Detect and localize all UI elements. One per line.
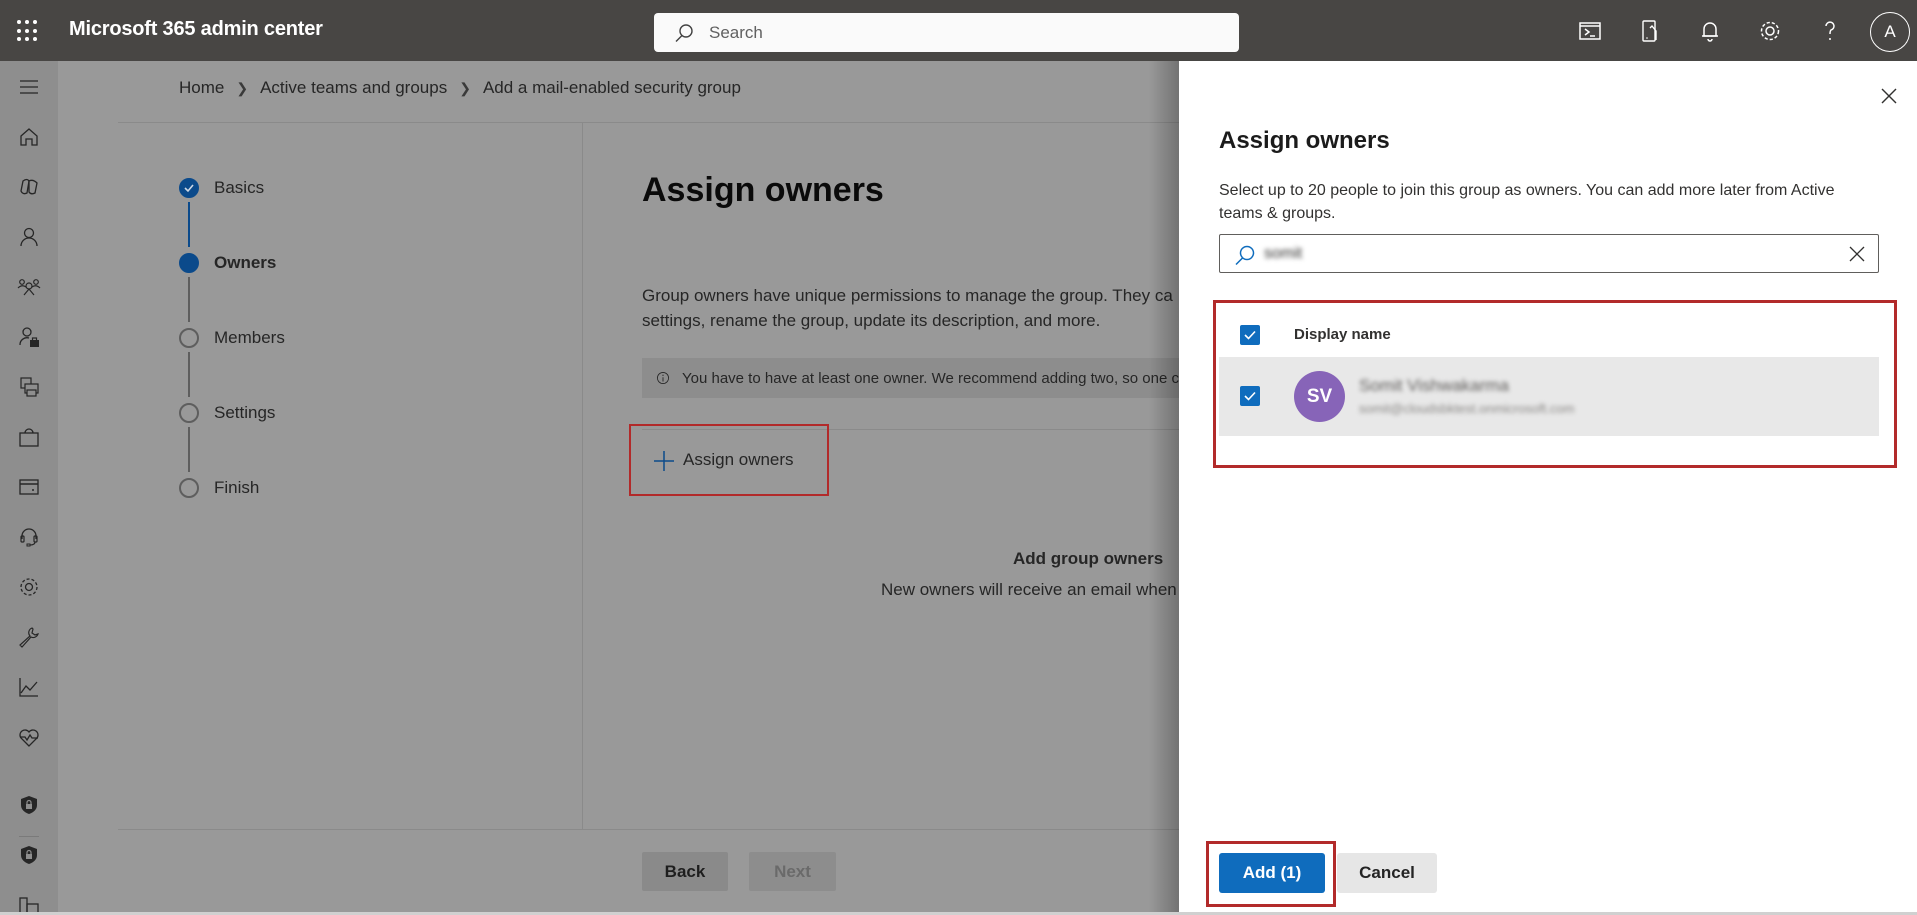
hamburger-menu-icon[interactable] <box>17 75 41 99</box>
checkmark-icon <box>1244 391 1256 401</box>
help-question-icon[interactable] <box>1817 18 1843 44</box>
search-icon <box>1235 245 1255 266</box>
reports-chart-icon[interactable] <box>17 675 41 699</box>
select-all-checkbox[interactable] <box>1240 325 1260 345</box>
step-complete-check-icon <box>179 178 199 198</box>
settings-gear-icon[interactable] <box>1757 18 1783 44</box>
empty-state-description: New owners will receive an email when <box>881 580 1177 599</box>
step-label: Members <box>214 328 285 347</box>
support-headset-icon[interactable] <box>17 525 41 549</box>
step-connector <box>188 427 190 472</box>
step-connector <box>188 202 190 247</box>
people-list-row[interactable]: SV Somit Vishwakarma somit@cloudsbktest.… <box>1219 357 1879 436</box>
breadcrumb-active-teams[interactable]: Active teams and groups <box>260 78 447 98</box>
people-search-input[interactable] <box>1264 242 1824 266</box>
cloud-shell-icon[interactable] <box>1577 18 1603 44</box>
home-icon[interactable] <box>17 125 41 149</box>
compliance-shield-icon[interactable] <box>17 843 41 867</box>
avatar: SV <box>1294 371 1345 422</box>
panel-description: Select up to 20 people to join this grou… <box>1219 182 1835 222</box>
left-nav <box>0 61 58 915</box>
step-finish[interactable]: Finish <box>179 477 259 499</box>
roles-icon[interactable] <box>17 325 41 349</box>
person-name: Somit Vishwakarma <box>1359 376 1509 395</box>
step-owners[interactable]: Owners <box>179 252 276 274</box>
app-launcher-icon[interactable] <box>17 20 39 42</box>
step-label: Owners <box>214 253 277 272</box>
empty-state-title: Add group owners <box>1013 549 1164 568</box>
billing-card-icon[interactable] <box>17 475 41 499</box>
description-line: settings, rename the group, update its d… <box>642 311 1101 330</box>
close-icon[interactable] <box>1879 86 1899 106</box>
breadcrumb-current: Add a mail-enabled security group <box>482 78 741 97</box>
setup-wrench-icon[interactable] <box>17 625 41 649</box>
security-shield-icon[interactable] <box>17 793 41 817</box>
info-text: You have to have at least one owner. We … <box>682 369 1179 387</box>
step-members[interactable]: Members <box>179 327 285 349</box>
teams-groups-icon[interactable] <box>17 275 41 299</box>
back-button[interactable]: Back <box>642 852 728 891</box>
mobile-app-icon[interactable] <box>1637 18 1663 44</box>
chevron-right-icon: ❯ <box>459 79 471 96</box>
app-title[interactable]: Microsoft 365 admin center <box>69 18 323 41</box>
assign-owners-panel: Assign owners Select up to 20 people to … <box>1179 61 1917 915</box>
notifications-bell-icon[interactable] <box>1697 18 1723 44</box>
plus-icon <box>654 451 674 471</box>
assign-owners-button[interactable]: Assign owners <box>629 424 829 496</box>
info-banner: You have to have at least one owner. We … <box>642 358 1179 398</box>
chevron-right-icon: ❯ <box>236 79 249 96</box>
description-line: Group owners have unique permissions to … <box>642 286 1173 305</box>
step-pending-circle-icon <box>179 403 199 423</box>
page-title: Assign owners <box>642 171 884 209</box>
divider <box>118 829 1179 830</box>
checkmark-icon <box>1244 330 1256 340</box>
clear-search-icon[interactable] <box>1848 245 1866 263</box>
step-pending-circle-icon <box>179 478 199 498</box>
assign-owners-label: Assign owners <box>683 450 794 469</box>
info-icon <box>656 371 670 385</box>
wizard-page: Home ❯ Active teams and groups ❯ Add a m… <box>58 61 1179 915</box>
resources-printer-icon[interactable] <box>17 375 41 399</box>
step-settings[interactable]: Settings <box>179 402 275 424</box>
row-checkbox[interactable] <box>1240 386 1260 406</box>
person-email: somit@cloudsbktest.onmicrosoft.com <box>1359 401 1575 416</box>
breadcrumb: Home ❯ Active teams and groups ❯ Add a m… <box>179 78 741 98</box>
step-label: Settings <box>214 403 276 422</box>
step-basics[interactable]: Basics <box>179 177 264 199</box>
search-placeholder: Search <box>709 23 763 42</box>
page-description: Group owners have unique permissions to … <box>642 283 1182 333</box>
marketplace-bag-icon[interactable] <box>17 425 41 449</box>
panel-title: Assign owners <box>1219 127 1390 154</box>
health-heart-icon[interactable] <box>17 725 41 749</box>
copilot-icon[interactable] <box>17 175 41 199</box>
step-label: Finish <box>214 478 260 497</box>
breadcrumb-home[interactable]: Home <box>179 78 224 98</box>
panel-shadow <box>1149 61 1179 915</box>
top-bar: Microsoft 365 admin center Search A <box>0 0 1917 61</box>
divider <box>118 122 1179 123</box>
step-current-dot-icon <box>179 253 199 273</box>
settings-gear-icon[interactable] <box>17 575 41 599</box>
nav-divider <box>19 836 39 837</box>
users-icon[interactable] <box>17 225 41 249</box>
account-avatar[interactable]: A <box>1870 12 1910 52</box>
search-icon <box>675 24 693 42</box>
step-connector <box>188 277 190 322</box>
people-list-header: Display name <box>1219 313 1879 357</box>
next-button[interactable]: Next <box>749 852 836 891</box>
people-search-field[interactable] <box>1219 234 1879 273</box>
step-pending-circle-icon <box>179 328 199 348</box>
column-header-display-name[interactable]: Display name <box>1294 326 1391 343</box>
global-search-input[interactable]: Search <box>654 13 1239 52</box>
add-button[interactable]: Add (1) <box>1219 853 1325 893</box>
step-label: Basics <box>214 178 265 197</box>
cancel-button[interactable]: Cancel <box>1337 853 1437 893</box>
divider <box>582 122 583 829</box>
step-connector <box>188 352 190 397</box>
